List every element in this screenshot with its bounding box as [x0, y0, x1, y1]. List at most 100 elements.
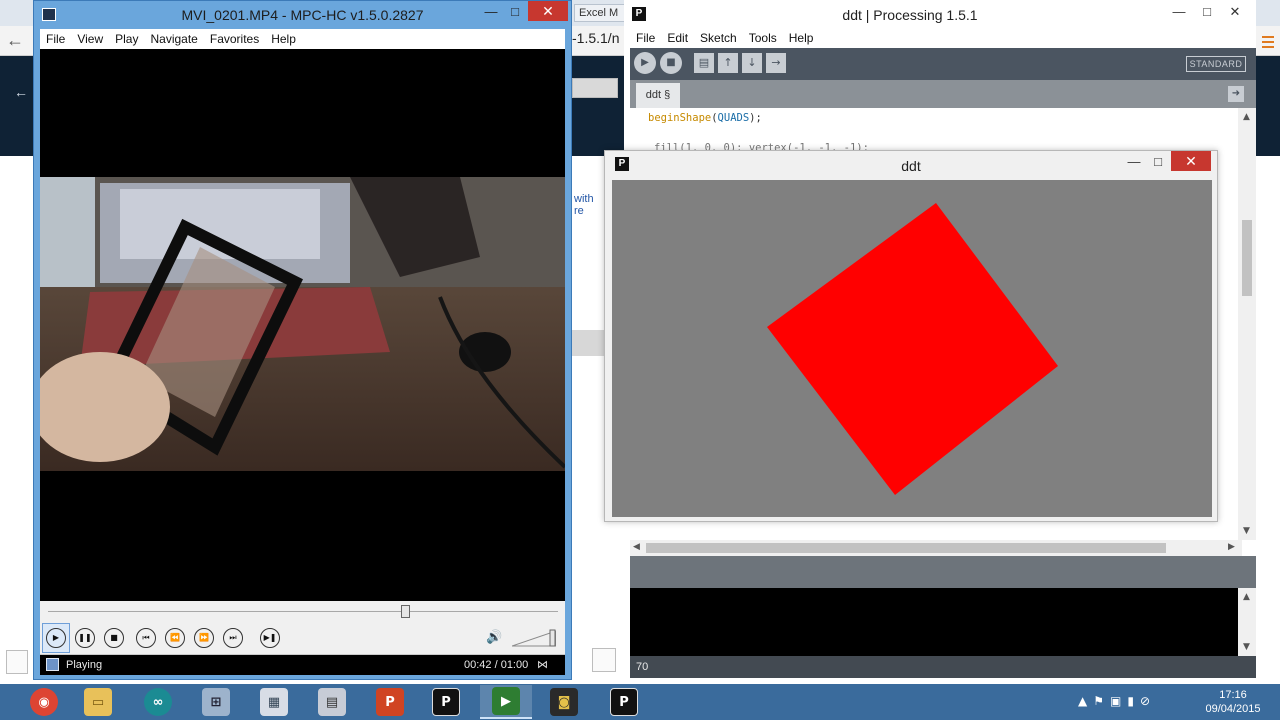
seek-thumb[interactable]	[401, 605, 410, 618]
tab-ddt[interactable]: ddt §	[636, 83, 680, 108]
close-icon[interactable]: ✕	[1222, 4, 1248, 20]
line-number: 70	[636, 661, 649, 673]
taskbar-paint[interactable]: ▦	[248, 685, 300, 719]
scroll-up-icon[interactable]: ▲	[1243, 112, 1250, 122]
menu-play[interactable]: Play	[109, 29, 144, 46]
run-button[interactable]: ▶	[634, 52, 656, 74]
taskbar-processing-sketch[interactable]: P	[598, 685, 650, 719]
scroll-thumb[interactable]	[646, 543, 1166, 553]
menu-help[interactable]: Help	[265, 29, 302, 46]
close-icon[interactable]: ✕	[1171, 151, 1211, 171]
video-area[interactable]	[40, 49, 565, 601]
scroll-right-icon[interactable]: ▶	[1228, 542, 1235, 552]
mpc-hc-window: MVI_0201.MP4 - MPC-HC v1.5.0.2827 — □ ✕ …	[33, 0, 572, 680]
volume-slider[interactable]	[511, 629, 557, 647]
device-icon[interactable]: ▣	[1110, 694, 1127, 708]
clock-time: 17:16	[1219, 689, 1247, 701]
menu-tools[interactable]: Tools	[743, 28, 783, 45]
paint-icon: ▦	[260, 688, 288, 716]
open-sketch-button[interactable]: ↑	[718, 53, 738, 73]
minimize-icon[interactable]: —	[1121, 154, 1147, 169]
network-signal-icon[interactable]: ▮	[1127, 694, 1140, 708]
mpc-titlebar: MVI_0201.MP4 - MPC-HC v1.5.0.2827 — □ ✕	[34, 1, 571, 29]
tab-menu-arrow-icon[interactable]: ➜	[1228, 86, 1244, 102]
volume-muted-icon[interactable]: ⊘	[1140, 694, 1156, 708]
taskbar-processing[interactable]: P	[420, 685, 472, 719]
menu-view[interactable]: View	[71, 29, 109, 46]
message-area	[630, 556, 1256, 588]
menu-favorites[interactable]: Favorites	[204, 29, 265, 46]
ide-menubar: File Edit Sketch Tools Help	[630, 28, 1250, 48]
playback-controls: ▶ ❚❚ ■ ⏮ ⏪ ⏩ ⏭ ▶❚ 🔊	[40, 621, 565, 655]
processing-icon: P	[610, 688, 638, 716]
ide-tab-bar: ddt § ➜	[630, 80, 1256, 108]
stop-button[interactable]: ■	[660, 52, 682, 74]
console-output[interactable]	[630, 588, 1238, 656]
taskbar-mpc-hc[interactable]: ▶	[480, 685, 532, 719]
menu-sketch[interactable]: Sketch	[694, 28, 743, 45]
scroll-up-icon[interactable]: ▲	[1243, 592, 1250, 602]
seek-bar[interactable]	[40, 601, 565, 621]
scroll-thumb[interactable]	[1242, 220, 1252, 296]
scroll-left-icon[interactable]: ◀	[633, 542, 640, 552]
maximize-icon[interactable]: □	[502, 3, 528, 21]
taskbar-chrome[interactable]: ◉	[18, 685, 70, 719]
flag-icon[interactable]: ⚑	[1093, 694, 1110, 708]
volume-icon[interactable]: 🔊	[486, 629, 502, 645]
show-hidden-icons-icon[interactable]: ▲	[1078, 694, 1093, 708]
menu-navigate[interactable]: Navigate	[144, 29, 203, 46]
taskbar-camera[interactable]: ◙	[538, 685, 590, 719]
banner-back-arrow-icon[interactable]: ←	[14, 84, 28, 100]
browser-url-fragment[interactable]: -1.5.1/n	[572, 30, 619, 46]
scroll-down-icon[interactable]: ▼	[1243, 526, 1250, 536]
document-icon[interactable]	[592, 648, 616, 672]
menu-file[interactable]: File	[630, 28, 661, 45]
export-button[interactable]: →	[766, 53, 786, 73]
next-button[interactable]: ⏭	[223, 628, 243, 648]
seek-track[interactable]	[48, 611, 558, 612]
taskbar-network[interactable]: ⊞	[190, 685, 242, 719]
pause-button[interactable]: ❚❚	[75, 628, 95, 648]
console-scrollbar[interactable]: ▲ ▼	[1238, 588, 1256, 656]
new-sketch-button[interactable]: ▤	[694, 53, 714, 73]
stop-button[interactable]: ■	[104, 628, 124, 648]
editor-horizontal-scrollbar[interactable]: ◀ ▶	[630, 540, 1242, 556]
editor-vertical-scrollbar[interactable]: ▲ ▼	[1238, 108, 1256, 540]
code-argument: QUADS	[717, 112, 750, 124]
status-bar: Playing 00:42 / 01:00 ⋈	[40, 655, 565, 675]
mode-selector[interactable]: STANDARD	[1186, 56, 1246, 72]
menu-edit[interactable]: Edit	[661, 28, 694, 45]
camera-icon: ◙	[550, 688, 578, 716]
save-sketch-button[interactable]: ↓	[742, 53, 762, 73]
code-function: beginShape	[648, 112, 712, 124]
taskbar-powerpoint[interactable]: P	[364, 685, 416, 719]
taskbar-calculator[interactable]: ▤	[306, 685, 358, 719]
ide-window-title: ddt | Processing 1.5.1	[842, 7, 978, 23]
minimize-icon[interactable]: —	[1166, 4, 1192, 19]
document-icon[interactable]	[6, 650, 28, 674]
fast-forward-button[interactable]: ⏩	[194, 628, 214, 648]
play-button[interactable]: ▶	[46, 628, 66, 648]
system-clock[interactable]: 17:16 09/04/2015	[1196, 688, 1270, 716]
maximize-icon[interactable]: □	[1194, 4, 1220, 19]
taskbar-arduino[interactable]: ∞	[132, 685, 184, 719]
hamburger-menu-icon[interactable]	[1262, 36, 1274, 50]
system-tray[interactable]: ▲⚑▣▮⊘	[1078, 694, 1156, 708]
close-icon[interactable]: ✕	[528, 1, 568, 21]
taskbar-file-explorer[interactable]: ▭	[72, 685, 124, 719]
menu-help[interactable]: Help	[783, 28, 820, 45]
rewind-button[interactable]: ⏪	[165, 628, 185, 648]
maximize-icon[interactable]: □	[1145, 154, 1171, 169]
calculator-icon: ▤	[318, 688, 346, 716]
previous-button[interactable]: ⏮	[136, 628, 156, 648]
minimize-icon[interactable]: —	[478, 3, 504, 21]
sketch-canvas[interactable]	[612, 180, 1212, 517]
menu-file[interactable]: File	[40, 29, 71, 46]
playback-status: Playing	[66, 659, 103, 671]
ide-titlebar: P ddt | Processing 1.5.1 — □ ✕	[624, 0, 1256, 28]
line-number-bar: 70	[630, 656, 1256, 678]
back-arrow-icon[interactable]: ←	[6, 30, 24, 51]
scroll-down-icon[interactable]: ▼	[1243, 642, 1250, 652]
browser-tab-excel[interactable]: Excel M	[574, 4, 626, 22]
frame-step-button[interactable]: ▶❚	[260, 628, 280, 648]
